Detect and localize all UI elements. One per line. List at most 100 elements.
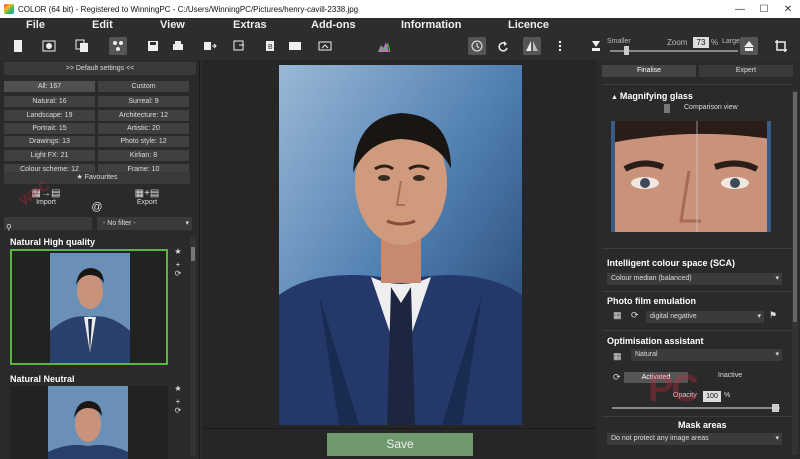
menu-extras[interactable]: Extras (233, 19, 267, 31)
preset-thumbnail-high-quality[interactable] (10, 249, 168, 365)
category-photo-style[interactable]: Photo style: 12 (98, 136, 189, 147)
histogram-icon[interactable] (375, 37, 393, 55)
print-icon[interactable] (169, 37, 187, 55)
chevron-down-icon: ▾ (185, 220, 189, 227)
add-icon[interactable]: + (172, 397, 184, 406)
save-disk-icon[interactable] (144, 37, 162, 55)
favourite-star-icon[interactable]: ★ (172, 247, 184, 256)
presets-scrollbar[interactable] (190, 237, 196, 457)
email-icon[interactable]: @ (91, 201, 103, 213)
category-surreal[interactable]: Surreal: 9 (98, 96, 189, 107)
category-kirlian[interactable]: Kirlian: 8 (98, 150, 189, 161)
refresh-icon[interactable]: ⟳ (631, 310, 639, 321)
film-emulation-select[interactable]: digital negative ▾ (646, 311, 764, 323)
refresh-icon[interactable]: ⟳ (172, 269, 184, 278)
settings-panel: Finalise Expert ▲ Magnifying glass Compa… (600, 60, 800, 459)
preset-thumbnail-image (50, 253, 130, 363)
menu-file[interactable]: File (26, 19, 45, 31)
add-icon[interactable]: + (172, 260, 184, 269)
zoom-slider[interactable] (610, 50, 738, 52)
preset-search-input[interactable]: ⚲ (4, 217, 92, 232)
opacity-pct: % (724, 392, 731, 399)
optimisation-assistant-title: Optimisation assistant (607, 336, 704, 346)
film-presets-icon[interactable]: ▦ (613, 310, 622, 321)
new-document-icon[interactable] (9, 37, 27, 55)
export-button[interactable]: ▦+▤ Export (129, 188, 165, 206)
zoom-pct: % (711, 38, 719, 47)
menu-view[interactable]: View (160, 19, 185, 31)
inactive-option[interactable]: Inactive (718, 372, 742, 379)
category-light-fx[interactable]: Light FX: 21 (4, 150, 95, 161)
opacity-value[interactable]: 100 (703, 391, 721, 402)
menu-licence[interactable]: Licence (508, 19, 549, 31)
save-button[interactable]: Save (327, 433, 473, 456)
mirror-icon[interactable] (523, 37, 541, 55)
sca-select[interactable]: Colour median (balanced) ▾ (607, 273, 782, 285)
compare-icon[interactable] (316, 37, 334, 55)
opacity-slider-handle[interactable] (772, 404, 779, 412)
svg-text:B: B (268, 44, 273, 51)
default-settings-button[interactable]: >> Default settings << (4, 62, 196, 75)
history-icon[interactable] (468, 37, 486, 55)
favourite-star-icon[interactable]: ★ (172, 384, 184, 393)
tab-finalise[interactable]: Finalise (602, 65, 696, 77)
mask-areas-value: Do not protect any image areas (611, 435, 709, 442)
presets-scroll-thumb[interactable] (191, 247, 195, 261)
assistant-select-value: Natural (635, 351, 658, 358)
magnifying-glass-header[interactable]: ▲ Magnifying glass (611, 91, 693, 101)
export-icon[interactable] (201, 37, 219, 55)
close-button[interactable]: ✕ (776, 4, 800, 15)
zoom-slider-handle[interactable] (624, 46, 629, 55)
copy-icon[interactable] (73, 37, 91, 55)
category-landscape[interactable]: Landscape: 19 (4, 110, 95, 121)
preset-thumbnail-neutral[interactable] (10, 386, 168, 459)
assistant-select[interactable]: Natural ▾ (631, 349, 782, 361)
refresh-icon[interactable]: ⟳ (613, 372, 621, 383)
maximize-button[interactable]: ☐ (752, 4, 776, 15)
category-all[interactable]: All: 167 (4, 81, 95, 92)
more-options-icon[interactable] (551, 37, 569, 55)
zoom-larger-icon[interactable] (740, 37, 758, 55)
mask-areas-select[interactable]: Do not protect any image areas ▾ (607, 433, 782, 445)
refresh-icon[interactable]: ⟳ (172, 406, 184, 415)
redo-icon[interactable] (493, 37, 511, 55)
filter-select[interactable]: - No filter - ▾ (97, 217, 192, 230)
zoom-value[interactable]: 73 (693, 37, 709, 48)
chevron-down-icon: ▾ (775, 435, 779, 442)
comparison-toggle[interactable] (664, 104, 670, 113)
app-logo-icon (4, 4, 14, 14)
category-natural[interactable]: Natural: 16 (4, 96, 95, 107)
category-drawings[interactable]: Drawings: 13 (4, 136, 95, 147)
flag-icon[interactable]: ⚑ (769, 310, 777, 321)
image-canvas[interactable]: Save (203, 60, 596, 459)
effects-icon[interactable] (109, 37, 127, 55)
category-portrait[interactable]: Portrait: 15 (4, 123, 95, 134)
batch-icon[interactable]: B (262, 37, 280, 55)
slideshow-icon[interactable] (286, 37, 304, 55)
menu-bar: File Edit View Extras Add-ons Informatio… (0, 18, 800, 34)
filter-select-value: - No filter - (103, 220, 136, 227)
magnifier-preview[interactable] (611, 121, 771, 232)
send-icon[interactable] (230, 37, 248, 55)
settings-scroll-thumb[interactable] (793, 92, 797, 322)
menu-edit[interactable]: Edit (92, 19, 113, 31)
preset-side-icons-1: ★ + ⟳ (172, 247, 184, 278)
category-artistic[interactable]: Artistic: 20 (98, 123, 189, 134)
favourites-label: Favourites (84, 174, 118, 181)
magnifying-glass-title: Magnifying glass (619, 91, 693, 101)
app-window: COLOR (64 bit) - Registered to WinningPC… (0, 0, 800, 459)
open-image-icon[interactable] (40, 37, 58, 55)
tab-expert[interactable]: Expert (699, 65, 793, 77)
presets-panel: >> Default settings << All: 167 Custom N… (0, 60, 200, 459)
rotate-crop-icon[interactable] (772, 37, 790, 55)
assistant-presets-icon[interactable]: ▦ (613, 351, 622, 362)
zoom-smaller-icon[interactable] (587, 37, 605, 55)
menu-addons[interactable]: Add-ons (311, 19, 356, 31)
category-custom[interactable]: Custom (98, 81, 189, 92)
category-architecture[interactable]: Architecture: 12 (98, 110, 189, 121)
menu-information[interactable]: Information (401, 19, 462, 31)
minimize-button[interactable]: — (728, 4, 752, 15)
favourites-button[interactable]: ★ Favourites (4, 172, 190, 184)
divider (602, 330, 792, 331)
settings-scrollbar[interactable] (792, 90, 798, 455)
